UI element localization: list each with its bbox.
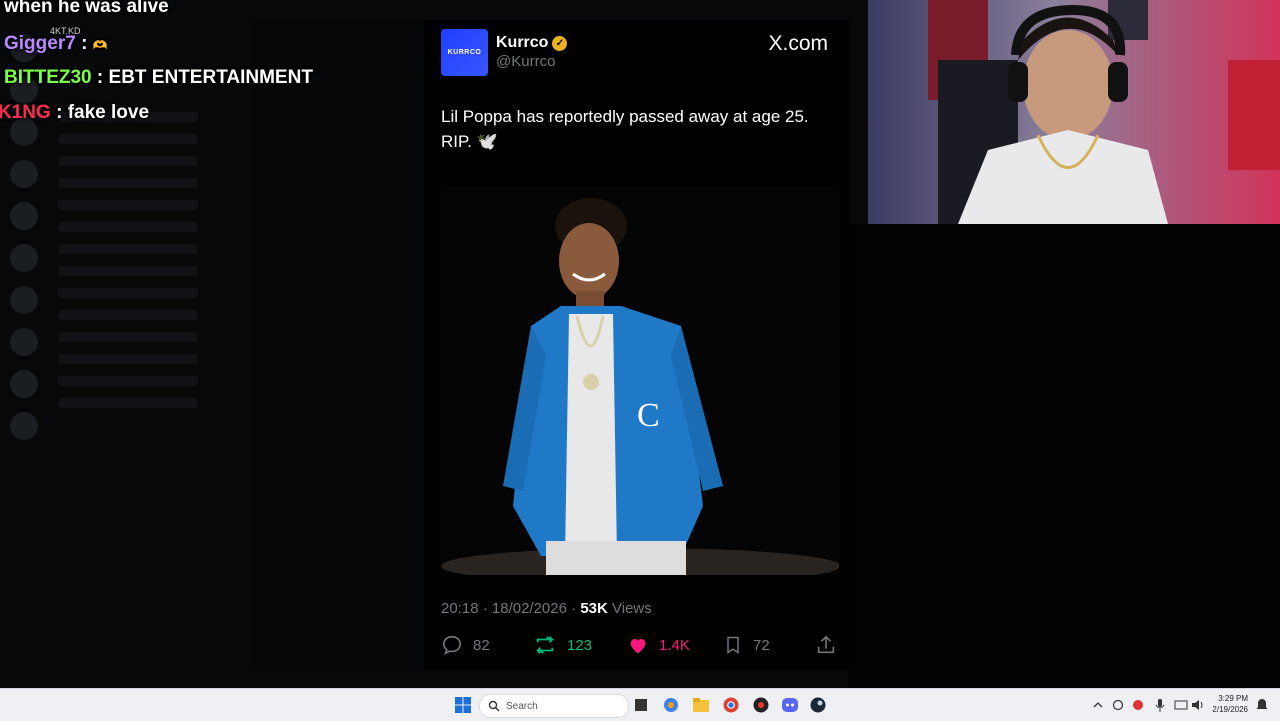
tweet-time[interactable]: 20:18 [441,600,479,617]
chat-text: EBT ENTERTAINMENT [108,67,313,88]
reply-count: 82 [473,636,490,654]
reply-icon [442,635,462,655]
sync-icon[interactable] [1108,695,1128,715]
tweet-actions: 82 123 1.4K 72 [441,634,839,658]
clock[interactable]: 3:29 PM 2/19/2026 [1212,693,1248,715]
site-logo: X.com [768,32,828,55]
emote-icon: 🫶 [92,38,108,52]
channel-list [48,100,248,420]
chat-message: BITTEZ30 : EBT ENTERTAINMENT [4,67,313,88]
search-placeholder: Search [506,700,538,712]
chat-username: K1NG [0,102,51,123]
tweet-handle[interactable]: @Kurrco [496,53,555,70]
avatar[interactable]: KURRCO [441,29,488,76]
server-icon [10,412,38,440]
search-icon [488,700,500,712]
tweet-meta: 20:18 · 18/02/2026 · 53K Views [441,600,652,617]
repost-button[interactable]: 123 [533,634,592,656]
tray-app-icon[interactable] [1128,695,1148,715]
webcam-illustration [868,0,1280,224]
discord-icon[interactable] [780,695,800,715]
webcam-feed [868,0,1280,224]
server-icon [10,202,38,230]
like-button[interactable]: 1.4K [627,634,690,656]
chat-text: fake love [67,102,150,123]
server-icon [10,286,38,314]
tweet-card: KURRCO Kurrco ✓ @Kurrco X.com Lil Poppa h… [425,20,850,670]
notification-bell-icon[interactable] [1252,695,1272,715]
bookmark-icon [727,636,739,654]
views-count: 53K [580,600,608,617]
tweet-image[interactable]: C [441,186,839,575]
microphone-icon[interactable] [1150,695,1170,715]
steam-icon[interactable] [808,695,828,715]
share-icon [817,635,835,654]
chat-message: K1NG : fake love [0,102,150,123]
task-view-icon[interactable] [631,695,651,715]
server-icon [10,328,38,356]
tweet-text: Lil Poppa has reportedly passed away at … [441,107,809,151]
tweet-date[interactable]: 18/02/2026 [492,600,567,617]
share-button[interactable] [815,634,847,656]
chat-pane [250,20,440,670]
server-icon [10,244,38,272]
file-explorer-icon[interactable] [691,695,711,715]
server-icon [10,370,38,398]
heart-icon [630,639,646,654]
overlay-top-text: when he was alive [4,0,169,17]
copilot-icon[interactable] [661,695,681,715]
verified-badge-icon: ✓ [552,36,568,51]
like-count: 1.4K [659,636,690,654]
tweet-author[interactable]: Kurrco ✓ [496,34,568,52]
repost-count: 123 [567,636,593,654]
clock-time: 3:29 PM [1218,694,1248,703]
views-label: Views [612,600,652,617]
bookmark-count: 72 [753,636,770,654]
chat-username: Gigger7 [4,33,76,54]
background-right-pane [848,224,1280,688]
bookmark-button[interactable]: 72 [723,634,770,656]
volume-icon[interactable] [1188,695,1208,715]
clock-date: 2/19/2026 [1212,705,1248,714]
start-button[interactable] [453,695,473,715]
chevron-up-icon[interactable] [1088,695,1108,715]
app-icon[interactable] [751,695,771,715]
taskbar-search[interactable]: Search [479,694,629,718]
svg-text:C: C [637,397,660,434]
chrome-icon[interactable] [721,695,741,715]
server-icon [10,160,38,188]
reply-button[interactable]: 82 [441,634,490,656]
windows-icon [455,697,471,713]
photo-illustration: C [441,186,839,575]
chat-username: BITTEZ30 [4,67,92,88]
chat-message: Gigger7 : 🫶 [4,33,108,54]
repost-icon [536,636,554,654]
taskbar: Search 3:29 PM 2/19/2026 [0,688,1280,721]
